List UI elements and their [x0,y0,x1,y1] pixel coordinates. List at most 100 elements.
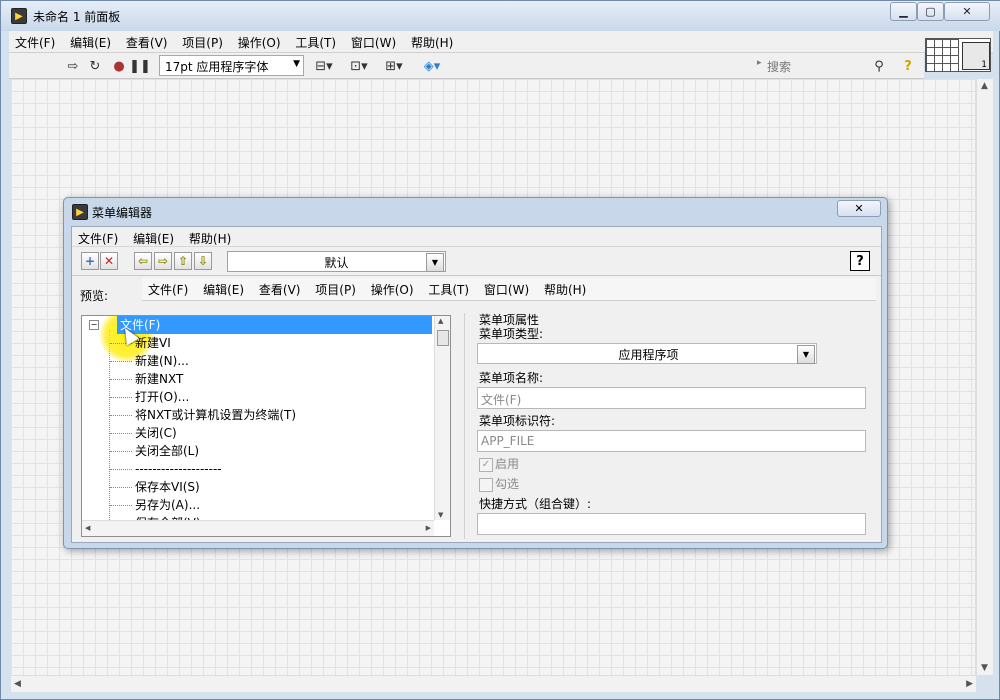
context-help-icon[interactable]: ? [850,251,870,271]
close-icon[interactable]: ✕ [837,200,881,217]
move-left-icon[interactable]: ⇦ [134,252,152,270]
move-down-icon[interactable]: ⇩ [194,252,212,270]
menu-operate[interactable]: 操作(O) [232,31,286,53]
tree-dots [110,433,132,434]
dialog-toolbar: + ✕ ⇦ ⇨ ⇧ ⇩ 默认 ▼ ? [72,248,881,276]
minimize-icon[interactable]: ▁ [890,2,917,21]
align-icon[interactable]: ⊟▾ [311,56,337,76]
item-type-select[interactable]: 应用程序项 ▼ [477,343,817,364]
reorder-icon[interactable]: ◈▾ [419,56,445,76]
scroll-up-icon[interactable]: ▲ [438,317,443,325]
move-up-icon[interactable]: ⇧ [174,252,192,270]
toolbar: ⇨ ↻ ● ❚❚ 17pt 应用程序字体 ▼ ⊟▾ ⊡▾ ⊞▾ ◈▾ ▸ 搜索 … [9,53,924,79]
preview-menu-tools[interactable]: 工具(T) [422,278,474,300]
checked-label: 勾选 [495,477,520,491]
tree-dots [110,397,132,398]
vi-icon-connector-pane[interactable]: 1 [925,38,991,72]
enabled-checkbox[interactable]: ✓ [479,458,493,472]
menu-help[interactable]: 帮助(H) [405,31,458,53]
item-name-field[interactable]: 文件(F) [477,387,866,409]
scroll-right-icon[interactable]: ▶ [426,524,431,532]
menu-view[interactable]: 查看(V) [120,31,173,53]
pause-icon[interactable]: ❚❚ [129,56,151,76]
preview-menu-view[interactable]: 查看(V) [253,278,306,300]
preview-label: 预览: [80,289,109,303]
labview-icon: ▶ [11,8,27,24]
checked-checkbox[interactable] [479,478,493,492]
connector-pane-icon [926,39,959,71]
shortcut-label: 快捷方式（组合键）: [479,497,592,511]
scroll-left-icon[interactable]: ◀ [14,679,21,689]
run-arrow-icon[interactable]: ⇨ [64,56,82,76]
item-tag-field[interactable]: APP_FILE [477,430,866,452]
distribute-icon[interactable]: ⊡▾ [346,56,372,76]
vi-icon-number: 1 [981,60,987,70]
search-icon[interactable]: ⚲ [870,56,888,76]
tree-item[interactable]: 关闭全部(L) [82,442,432,460]
chevron-down-icon: ▼ [293,59,300,69]
tree-vertical-scrollbar[interactable]: ▲ ▼ [434,316,450,520]
tree-item-label: 关闭(C) [135,426,177,440]
dialog-menu-edit[interactable]: 编辑(E) [127,227,179,249]
tree-item-label: 另存为(A)... [135,498,201,512]
tree-item[interactable]: 新建NXT [82,370,432,388]
tree-item[interactable]: 另存为(A)... [82,496,432,514]
menu-edit[interactable]: 编辑(E) [64,31,116,53]
move-right-icon[interactable]: ⇨ [154,252,172,270]
scroll-down-icon[interactable]: ▼ [981,663,988,673]
tree-dots [110,451,132,452]
resize-icon[interactable]: ⊞▾ [381,56,407,76]
labview-icon: ▶ [72,204,88,220]
menu-tree[interactable]: − 文件(F) 新建VI 新建(N)... 新建NXT 打开(O)... 将NX… [81,315,451,537]
preview-menu-help[interactable]: 帮助(H) [538,278,591,300]
tree-item[interactable]: 新建(N)... [82,352,432,370]
menu-window[interactable]: 窗口(W) [345,31,401,53]
preview-menu-edit[interactable]: 编辑(E) [197,278,249,300]
scroll-left-icon[interactable]: ◀ [85,524,90,532]
dialog-menu-file[interactable]: 文件(F) [72,227,123,249]
scroll-thumb[interactable] [437,330,449,346]
delete-item-icon[interactable]: ✕ [100,252,118,270]
item-name-label: 菜单项名称: [479,371,544,385]
dialog-body: 文件(F) 编辑(E) 帮助(H) + ✕ ⇦ ⇨ ⇧ ⇩ 默认 ▼ ? 预览:… [71,226,882,543]
dialog-menu-help[interactable]: 帮助(H) [183,227,236,249]
help-icon[interactable]: ? [900,56,916,76]
vertical-scrollbar[interactable]: ▲ ▼ [976,79,993,675]
menu-type-value: 默认 [324,256,349,270]
tree-item[interactable]: 打开(O)... [82,388,432,406]
menu-tools[interactable]: 工具(T) [289,31,341,53]
preview-menu-file[interactable]: 文件(F) [142,278,193,300]
chevron-down-icon[interactable]: ▼ [797,345,815,364]
add-item-icon[interactable]: + [81,252,99,270]
preview-menu-operate[interactable]: 操作(O) [365,278,419,300]
tree-item[interactable]: 关闭(C) [82,424,432,442]
tree-item[interactable]: -------------------- [82,460,432,478]
scroll-up-icon[interactable]: ▲ [981,81,988,91]
preview-menu-window[interactable]: 窗口(W) [478,278,534,300]
enabled-label: 启用 [495,457,520,471]
tree-item[interactable]: 保存本VI(S) [82,478,432,496]
run-continuous-icon[interactable]: ↻ [85,56,105,76]
collapse-icon[interactable]: − [89,320,99,330]
search-arrow-icon: ▸ [757,58,762,68]
close-icon[interactable]: ✕ [944,2,990,21]
menu-file[interactable]: 文件(F) [9,31,60,53]
tree-item[interactable]: 将NXT或计算机设置为终端(T) [82,406,432,424]
shortcut-field[interactable] [477,513,866,535]
menu-item-properties: 菜单项属性 菜单项类型: 应用程序项 ▼ 菜单项名称: 文件(F) 菜单项标识符… [464,313,880,539]
chevron-down-icon[interactable]: ▼ [426,253,444,272]
menu-type-select[interactable]: 默认 ▼ [227,251,446,272]
abort-icon[interactable]: ● [110,56,128,76]
maximize-icon[interactable]: ▢ [917,2,944,21]
menu-project[interactable]: 项目(P) [176,31,228,53]
tree-horizontal-scrollbar[interactable]: ◀ ▶ [82,520,434,536]
tree-item-label: 新建(N)... [135,354,189,368]
horizontal-scrollbar[interactable]: ◀ ▶ [11,675,976,692]
item-type-label: 菜单项类型: [479,327,544,341]
font-select-value: 17pt 应用程序字体 [165,60,269,74]
font-select[interactable]: 17pt 应用程序字体 ▼ [159,55,304,76]
scroll-down-icon[interactable]: ▼ [438,511,443,519]
preview-menu-project[interactable]: 项目(P) [309,278,361,300]
tree-item-label: 将NXT或计算机设置为终端(T) [135,408,297,422]
scroll-right-icon[interactable]: ▶ [966,679,973,689]
